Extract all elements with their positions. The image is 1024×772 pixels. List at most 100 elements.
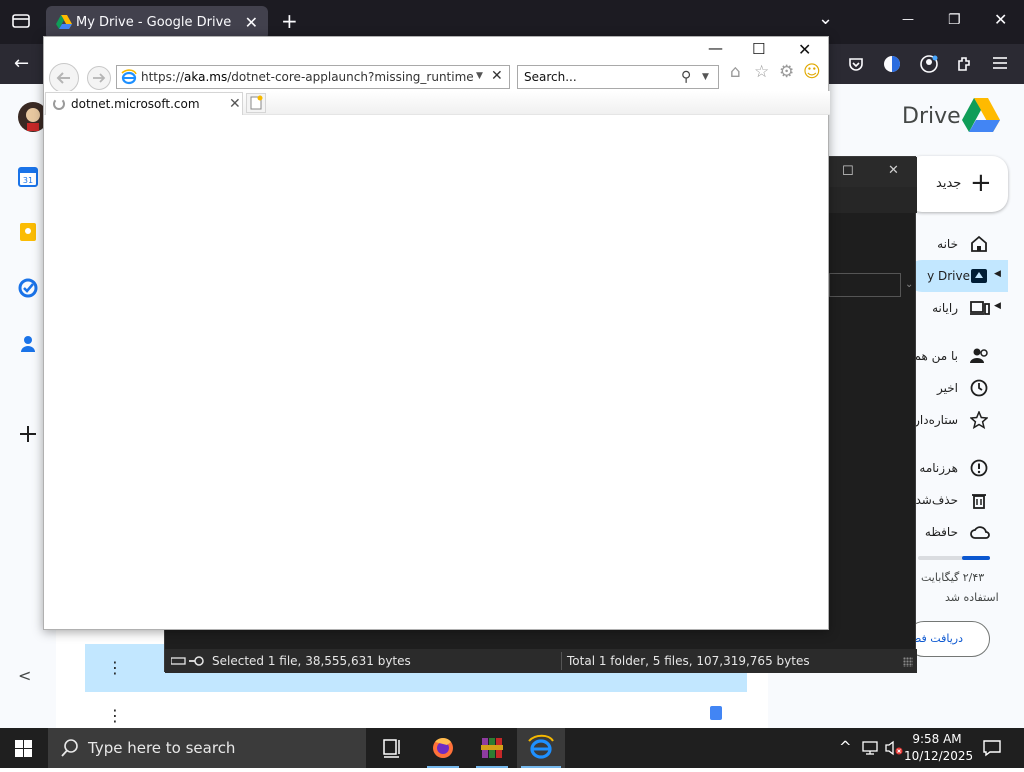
- status-selected: Selected 1 file, 38,555,631 bytes: [212, 654, 411, 668]
- sidebar-item-label: حافظه: [924, 525, 958, 539]
- computer-icon: [970, 299, 990, 317]
- close-tab-icon[interactable]: ✕: [245, 13, 258, 32]
- new-tab-button[interactable]: +: [281, 11, 298, 31]
- ie-tab-row: dotnet.microsoft.com ✕: [44, 91, 830, 115]
- search-input[interactable]: Search... ⚲ ▼: [517, 65, 719, 89]
- pocket-icon[interactable]: [848, 56, 864, 75]
- storage-used-text: ۲/۴۳ گیگابایت: [921, 571, 985, 584]
- search-icon: [61, 739, 79, 761]
- close-icon[interactable]: ✕: [888, 164, 899, 177]
- ie-window: — ☐ ✕ https://aka.ms/dotnet-core-applaun…: [43, 36, 830, 630]
- ie-navigation-bar: https://aka.ms/dotnet-core-applaunch?mis…: [44, 61, 830, 93]
- stop-icon[interactable]: ✕: [491, 68, 503, 84]
- expand-arrow-icon[interactable]: ◀: [994, 301, 1001, 311]
- search-dropdown-icon[interactable]: ▼: [702, 72, 709, 82]
- archive-address-field[interactable]: [829, 273, 901, 297]
- tasks-icon[interactable]: [18, 278, 38, 298]
- home-icon: [970, 235, 988, 253]
- account-icon[interactable]: [920, 55, 938, 76]
- restore-icon[interactable]: ❐: [948, 13, 961, 27]
- address-bar[interactable]: https://aka.ms/dotnet-core-applaunch?mis…: [116, 65, 510, 89]
- my-drive-icon: [970, 267, 988, 285]
- forward-button[interactable]: [87, 66, 111, 90]
- notifications-icon[interactable]: [983, 739, 1001, 760]
- storage-used-suffix: استفاده شد: [945, 591, 999, 604]
- expand-arrow-icon[interactable]: ◀: [994, 269, 1001, 279]
- task-view-icon[interactable]: [372, 728, 412, 768]
- windows-start-icon[interactable]: [15, 740, 32, 761]
- taskbar: Type here to search ^ 9:58 AM 10/12/2025: [0, 728, 1024, 768]
- status-divider: [561, 652, 562, 670]
- extension-half-circle-icon[interactable]: [883, 55, 901, 76]
- url-host: aka.ms: [184, 70, 228, 84]
- sidebar-item-spam[interactable]: هرزنامه: [900, 452, 1024, 484]
- row-menu-icon[interactable]: ⋮: [107, 706, 123, 725]
- ie-content-area[interactable]: [44, 115, 828, 629]
- sidebar-item-recent[interactable]: اخیر: [900, 372, 1024, 404]
- feedback-smiley-icon[interactable]: ☺: [803, 64, 821, 81]
- archive-toolbar: [829, 187, 917, 213]
- add-app-icon[interactable]: [18, 424, 38, 444]
- back-button[interactable]: [49, 63, 79, 93]
- winrar-taskbar-icon[interactable]: [472, 728, 512, 768]
- system-clock[interactable]: 9:58 AM 10/12/2025: [904, 731, 973, 765]
- minimize-icon[interactable]: —: [902, 13, 914, 25]
- tab-overview-icon[interactable]: [12, 13, 30, 32]
- ie-taskbar-icon[interactable]: [517, 728, 565, 768]
- address-dropdown-icon[interactable]: ▼: [476, 71, 483, 81]
- people-icon: [970, 347, 988, 365]
- tools-gear-icon[interactable]: ⚙: [779, 64, 794, 81]
- firefox-taskbar-icon[interactable]: [423, 728, 463, 768]
- url-path: /dotnet-core-applaunch?missing_runtime=t…: [227, 70, 473, 84]
- resize-grip-icon[interactable]: [903, 657, 913, 667]
- back-icon[interactable]: ←: [14, 55, 29, 73]
- maximize-icon[interactable]: ☐: [842, 165, 854, 178]
- row-menu-icon[interactable]: ⋮: [107, 658, 123, 677]
- contacts-icon[interactable]: [18, 334, 38, 354]
- trash-icon: [970, 491, 988, 509]
- sidebar-item-starred[interactable]: ستاره‌دار: [900, 404, 1024, 436]
- favorites-star-icon[interactable]: ☆: [754, 64, 769, 81]
- chevron-down-icon[interactable]: ⌄: [905, 279, 913, 290]
- list-all-tabs-icon[interactable]: ⌄: [818, 10, 833, 28]
- sidebar-item-my-drive[interactable]: y Drive ◀: [906, 260, 1008, 292]
- extensions-icon[interactable]: [956, 55, 974, 76]
- close-icon[interactable]: ✕: [798, 42, 811, 58]
- keep-icon[interactable]: [18, 222, 38, 242]
- get-storage-button[interactable]: دریافت فضا: [906, 621, 990, 657]
- taskbar-search-box[interactable]: Type here to search: [48, 728, 366, 768]
- sidebar-item-home[interactable]: خانه: [900, 228, 1024, 260]
- sidebar-item-computers[interactable]: رایانه ◀: [900, 292, 1024, 324]
- browser-tab-my-drive[interactable]: My Drive - Google Drive ✕: [46, 6, 268, 40]
- collapse-icon[interactable]: <: [18, 666, 38, 686]
- network-icon[interactable]: [862, 740, 880, 759]
- search-icon[interactable]: ⚲: [681, 69, 691, 85]
- sidebar-item-shared[interactable]: با من هم: [900, 340, 1024, 372]
- archive-titlebar: ☐ ✕: [829, 157, 917, 187]
- menu-icon[interactable]: [992, 55, 1008, 74]
- new-button[interactable]: جدید +: [906, 156, 1008, 212]
- sidebar-item-label: رایانه: [932, 301, 958, 315]
- taskbar-search-placeholder: Type here to search: [88, 739, 236, 757]
- home-icon[interactable]: ⌂: [730, 64, 741, 81]
- table-row[interactable]: ⋮: [85, 692, 747, 728]
- calendar-icon[interactable]: 31: [18, 167, 38, 187]
- archive-statusbar: Selected 1 file, 38,555,631 bytes Total …: [165, 649, 917, 673]
- sidebar-item-storage[interactable]: حافظه: [900, 516, 1024, 548]
- sidebar-item-trash[interactable]: حذف‌شده: [900, 484, 1024, 516]
- show-hidden-icons-icon[interactable]: ^: [839, 740, 852, 755]
- cloud-icon: [970, 523, 990, 541]
- volume-muted-icon[interactable]: [885, 740, 903, 759]
- url-scheme: https://: [141, 70, 185, 84]
- browser-tab-title: My Drive - Google Drive: [76, 15, 232, 30]
- sidebar-item-label: با من هم: [913, 349, 958, 363]
- maximize-icon[interactable]: ☐: [752, 42, 765, 57]
- ie-tab-dotnet[interactable]: dotnet.microsoft.com ✕: [45, 92, 243, 115]
- drive-key-icon: [170, 655, 205, 670]
- sidebar-item-label: y Drive: [927, 269, 970, 283]
- new-tab-button[interactable]: [246, 93, 266, 113]
- close-tab-icon[interactable]: ✕: [229, 96, 241, 112]
- clock-icon: [970, 379, 988, 397]
- close-window-icon[interactable]: ✕: [994, 12, 1007, 28]
- minimize-icon[interactable]: —: [708, 41, 723, 56]
